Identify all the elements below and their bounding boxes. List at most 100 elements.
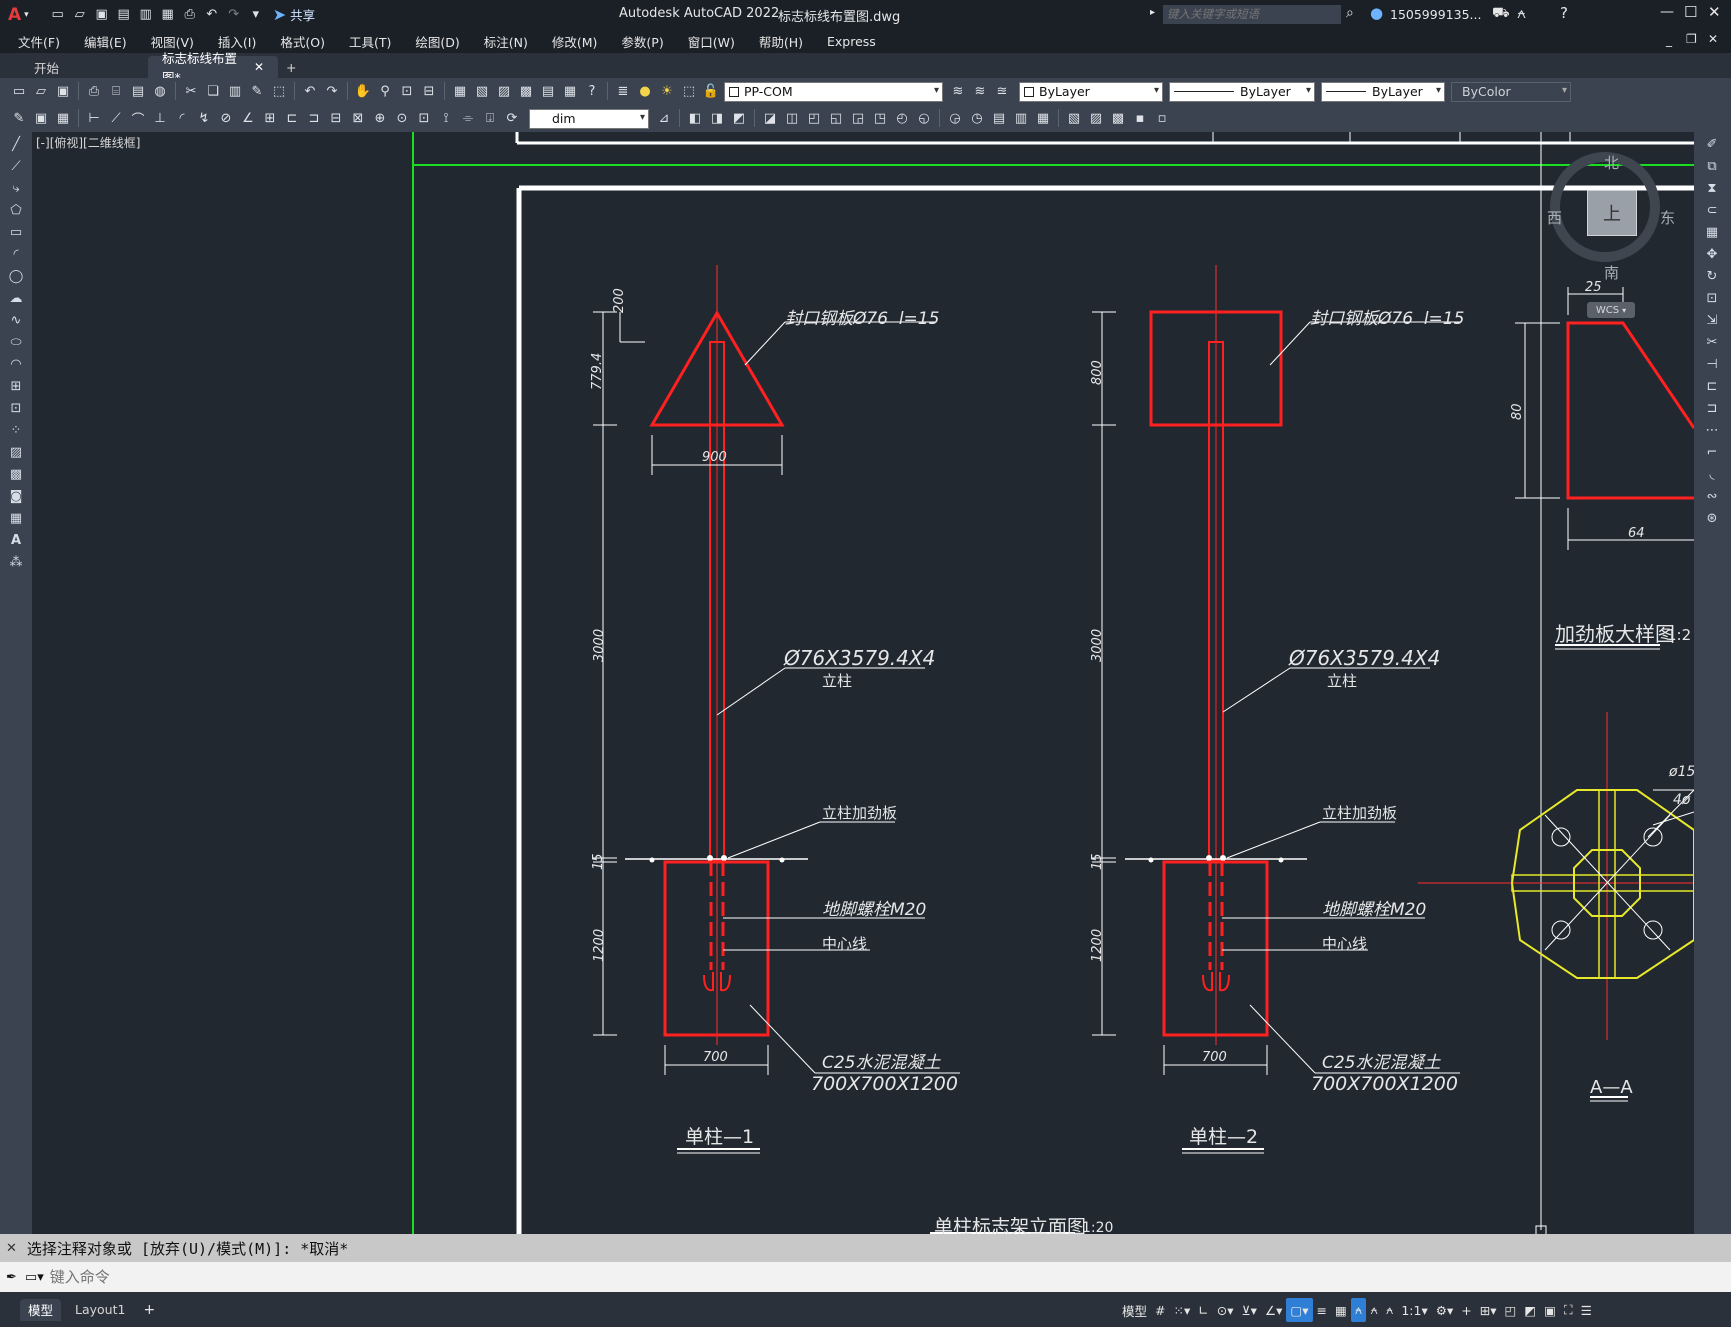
close-icon[interactable]: ✕ [1708,3,1721,21]
add-selected-icon[interactable]: ⁂ [5,552,27,572]
share-button[interactable]: 共享 [290,5,315,24]
redo-toolbar-icon[interactable]: ↷ [322,82,342,102]
lineweight-icon[interactable]: ≡ [1313,1298,1331,1322]
new-file-icon[interactable]: ▭ [48,5,68,25]
osnap-track-icon[interactable]: ∠▾ [1261,1298,1286,1322]
modify-icon-a[interactable]: ◪ [760,109,780,129]
circle-icon[interactable]: ◯ [5,266,27,286]
menu-draw[interactable]: 绘图(D) [403,32,471,51]
search-icon[interactable]: ⌕ [1346,5,1354,21]
modify-icon-m[interactable]: ▦ [1033,109,1053,129]
erase-icon[interactable]: ✐ [1701,134,1723,154]
modify-icon-k[interactable]: ▤ [989,109,1009,129]
plotstyle-dropdown[interactable]: ByColor ▾ [1451,81,1571,102]
customization-menu-icon[interactable]: ☰ [1577,1298,1596,1322]
jogged-dim-icon[interactable]: ↯ [194,109,214,129]
command-input[interactable] [49,1265,1670,1289]
save-web-icon[interactable]: ▦ [158,5,178,25]
annotation-scale-icon[interactable]: ⍲ [1382,1298,1398,1322]
gradient-icon[interactable]: ▩ [5,464,27,484]
region-icon[interactable]: ◙ [5,486,27,506]
chamfer-icon[interactable]: ⌐ [1701,442,1723,462]
menu-file[interactable]: 文件(F) [0,32,72,51]
layer-uniso-icon[interactable]: ◨ [707,109,727,129]
ordinate-dim-icon[interactable]: ⊥ [150,109,170,129]
pan-icon[interactable]: ✋ [353,82,373,102]
open-web-icon[interactable]: ▥ [136,5,156,25]
grid-icon[interactable]: # [1151,1298,1169,1322]
point-icon[interactable]: ⁘ [5,420,27,440]
hatch-icon[interactable]: ▨ [5,442,27,462]
move-icon[interactable]: ✥ [1701,244,1723,264]
user-icon[interactable]: ● [1370,4,1383,22]
viewcube-west[interactable]: 西 [1547,207,1562,228]
open-file-icon[interactable]: ▱ [70,5,90,25]
ortho-icon[interactable]: ∟ [1194,1298,1212,1322]
wcs-button[interactable]: WCS ▾ [1587,302,1635,318]
polyline-icon[interactable]: ⤷ [5,178,27,198]
zoom-realtime-icon[interactable]: ⚲ [375,82,395,102]
modify-icon-o[interactable]: ▨ [1086,109,1106,129]
markup-icon[interactable]: ▤ [538,82,558,102]
modify-icon-p[interactable]: ▩ [1108,109,1128,129]
search-expand-icon[interactable]: ▸ [1150,7,1155,18]
construction-line-icon[interactable]: ⟋ [5,156,27,176]
tab-layout1[interactable]: Layout1 [61,1299,139,1321]
lineweight-dropdown[interactable]: ByLayer ▾ [1321,81,1445,102]
graphics-performance-icon[interactable]: ▣ [1540,1298,1560,1322]
layer-previous-icon[interactable]: ≋ [970,82,990,102]
viewcube-east[interactable]: 东 [1660,207,1675,228]
workspace-gear-icon[interactable]: ⚙▾ [1432,1298,1457,1322]
line-icon[interactable]: ╱ [5,134,27,154]
paste-icon[interactable]: ▥ [225,82,245,102]
table-icon[interactable]: ▦ [5,508,27,528]
menu-window[interactable]: 窗口(W) [676,32,747,51]
layer-thaw-icon[interactable]: ☀ [657,82,677,102]
linetype-dropdown[interactable]: ByLayer ▾ [1169,81,1315,102]
autocad-logo-icon[interactable]: A [8,5,21,25]
drawing-canvas[interactable]: [-][俯视][二维线框] 200 779.4 900 3000 15 1200… [32,132,1694,1234]
plot-icon[interactable]: ⎙ [180,5,200,25]
tool-palettes-icon[interactable]: ▨ [494,82,514,102]
menu-help[interactable]: 帮助(H) [747,32,815,51]
print-icon[interactable]: ⎙ [84,82,104,102]
layer-lock-icon[interactable]: 🔓 [701,82,721,102]
layer-properties-icon[interactable]: ≣ [613,82,633,102]
dimstyle-manager-icon[interactable]: ⊿ [654,109,674,129]
save-toolbar-icon[interactable]: ▣ [53,82,73,102]
break-icon[interactable]: ⊐ [1701,398,1723,418]
copy-icon[interactable]: ❏ [203,82,223,102]
mirror-icon[interactable]: ⧗ [1701,178,1723,198]
fillet-icon[interactable]: ◟ [1701,464,1723,484]
viewcube-top-face[interactable]: 上 [1587,190,1637,236]
isolate-objects-icon[interactable]: ◩ [1520,1298,1540,1322]
modify-icon-r[interactable]: ▫ [1152,109,1172,129]
polygon-icon[interactable]: ⬠ [5,200,27,220]
layer-iso-icon[interactable]: ◧ [685,109,705,129]
model-space-button[interactable]: 模型 [1118,1298,1151,1322]
maximize-icon[interactable]: ☐ [1684,3,1697,21]
menu-dimension[interactable]: 标注(N) [472,32,540,51]
undo-toolbar-icon[interactable]: ↶ [300,82,320,102]
command-options-icon[interactable]: ▭▾ [25,1270,44,1285]
copy-object-icon[interactable]: ⧉ [1701,156,1723,176]
block-editor-icon[interactable]: ⬚ [269,82,289,102]
dimstyle-dropdown[interactable]: dim ▾ [529,108,649,129]
rectangle-icon[interactable]: ▭ [5,222,27,242]
baseline-dim-icon[interactable]: ⊏ [282,109,302,129]
array-icon[interactable]: ▦ [1701,222,1723,242]
user-name[interactable]: 1505999135... [1390,7,1481,22]
polar-icon[interactable]: ⊙▾ [1213,1298,1238,1322]
tab-drawing[interactable]: 标志标线布置图* ✕ [148,51,278,85]
modify-icon-b[interactable]: ◫ [782,109,802,129]
menu-tools[interactable]: 工具(T) [337,32,403,51]
quick-properties-icon[interactable]: ◰ [1500,1298,1520,1322]
stretch-icon[interactable]: ⇲ [1701,310,1723,330]
menu-parametric[interactable]: 参数(P) [609,32,675,51]
3d-print-icon[interactable]: ◍ [150,82,170,102]
preview-icon[interactable]: ⌸ [106,82,126,102]
dim-update-icon[interactable]: ⟳ [502,109,522,129]
customize-dropdown-icon[interactable]: ▾ [246,5,266,25]
modify-icon-c[interactable]: ◰ [804,109,824,129]
transparency-icon[interactable]: ▦ [1331,1298,1351,1322]
